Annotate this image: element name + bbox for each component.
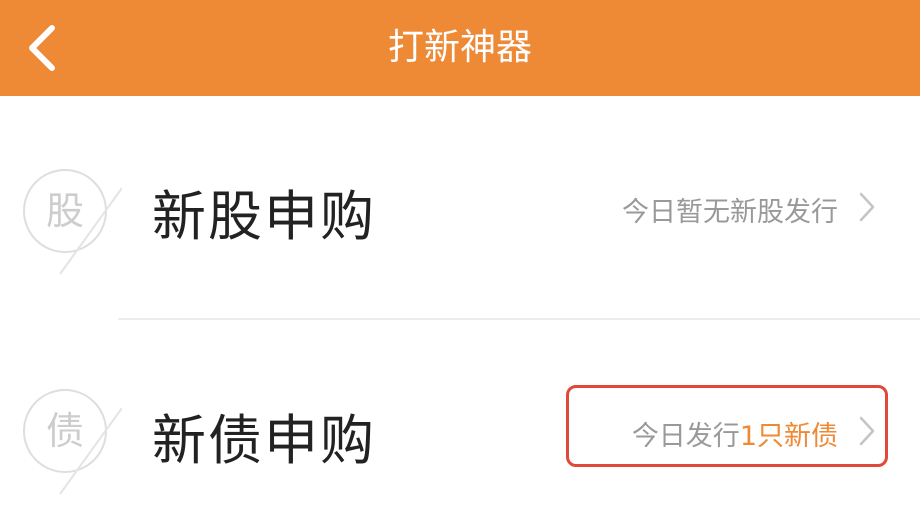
chevron-right-icon (859, 192, 875, 222)
list-item-new-stock-subscription[interactable]: 股 新股申购 今日暂无新股发行 (0, 98, 920, 318)
bond-badge-label: 债 (45, 409, 84, 453)
row-title: 新债申购 (152, 409, 376, 472)
list-item-new-bond-subscription[interactable]: 债 新债申购 今日发行1只新债 (0, 320, 920, 518)
row-status: 今日发行1只新债 (632, 414, 838, 453)
stock-badge-icon: 股 (22, 168, 122, 275)
page-title: 打新神器 (387, 27, 532, 68)
chevron-right-icon (859, 416, 875, 446)
top-navigation-bar: 打新神器 (0, 0, 920, 96)
status-text: 今日发行 (631, 421, 740, 452)
row-title: 新股申购 (152, 185, 376, 248)
back-button[interactable] (0, 0, 90, 96)
app-screen: 打新神器 股 新股申购 今日暂无新股发行 债 新债申购 今日发行1只新债 (0, 0, 920, 518)
bond-badge-icon: 债 (22, 388, 122, 495)
chevron-left-icon (29, 25, 55, 71)
status-text: 今日暂无新股发行 (622, 197, 838, 228)
row-status: 今日暂无新股发行 (622, 190, 838, 229)
stock-badge-label: 股 (45, 189, 84, 233)
status-highlight: 1只新债 (739, 421, 838, 452)
